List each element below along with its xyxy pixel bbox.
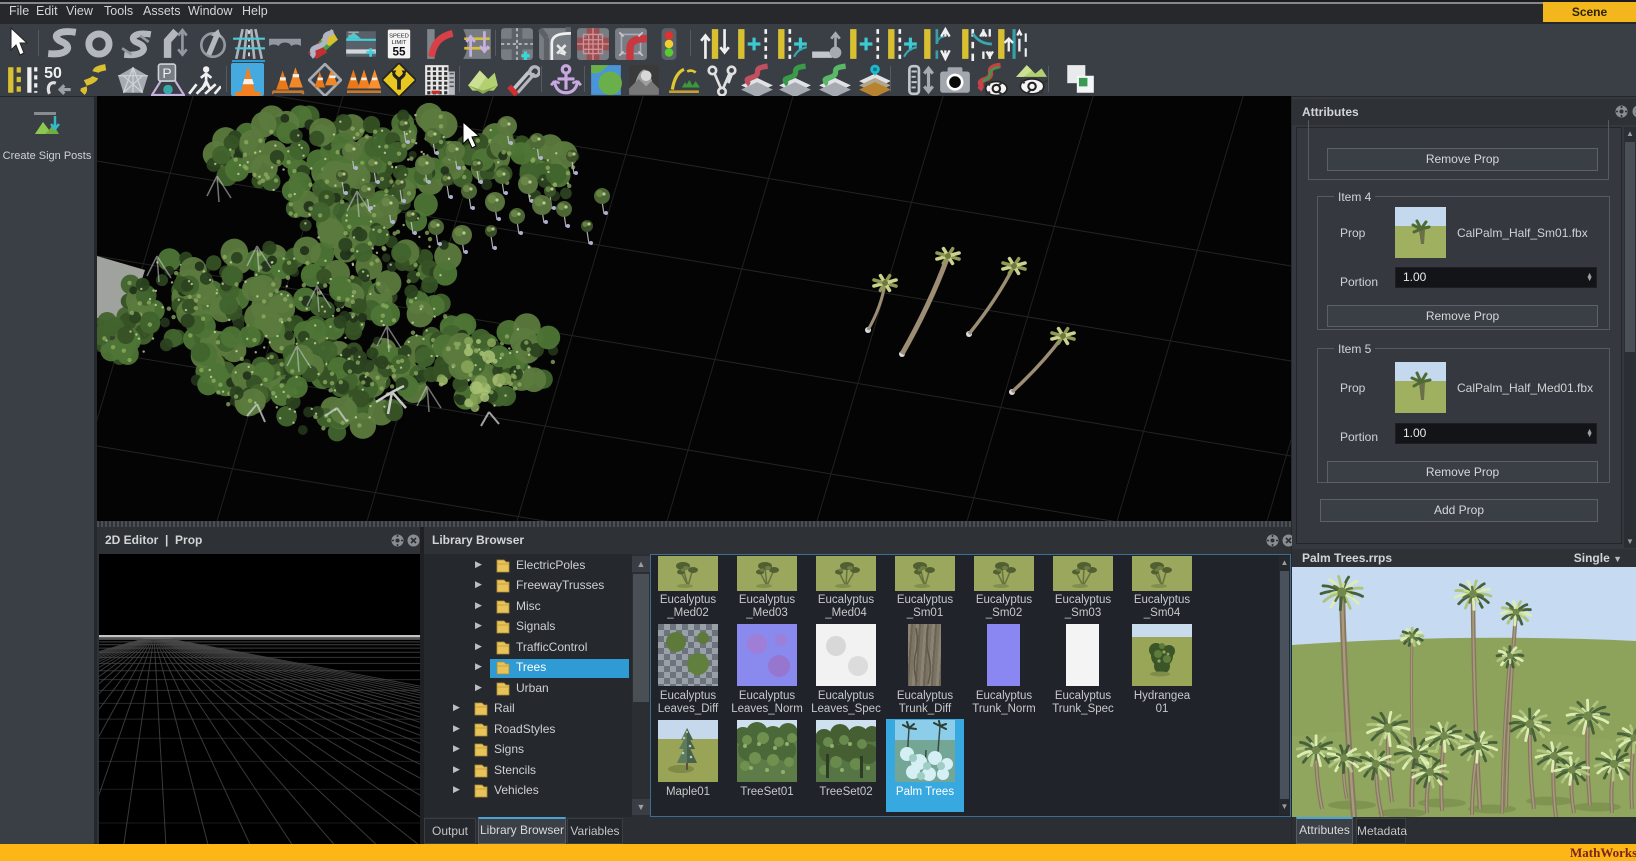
svg-text:55: 55 [393, 46, 406, 59]
svg-text:50: 50 [44, 65, 62, 82]
svg-text:P: P [162, 65, 171, 81]
svg-text:SPEED: SPEED [389, 34, 409, 40]
